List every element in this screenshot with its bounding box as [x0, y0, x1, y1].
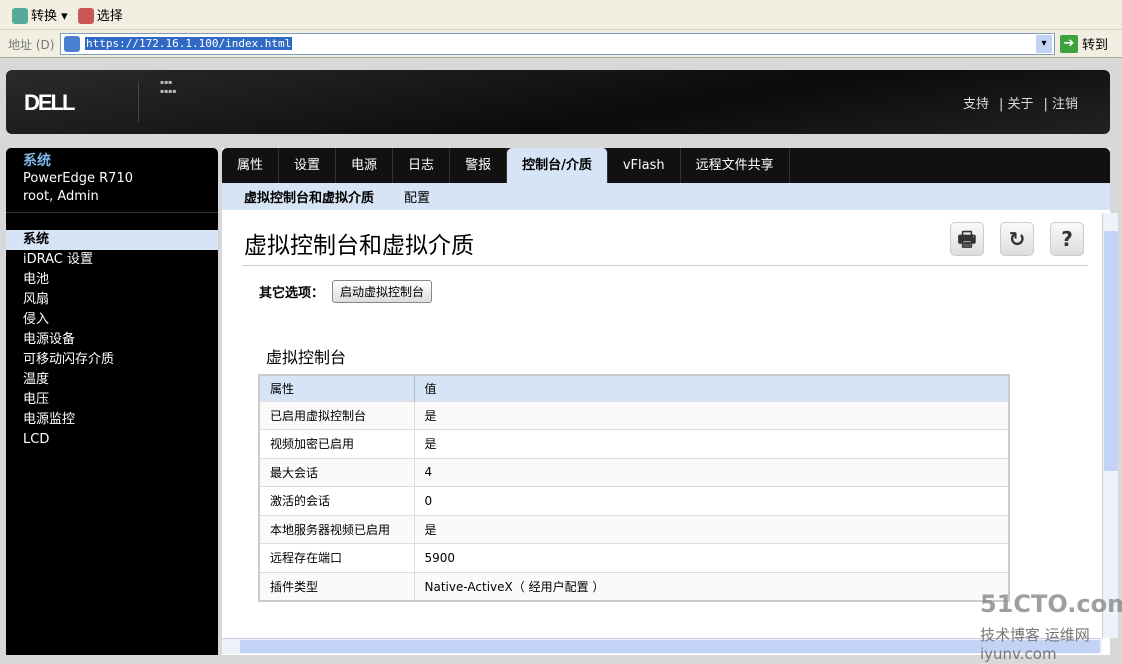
cell: 视频加密已启用: [259, 429, 415, 458]
cell: 远程存在端口: [259, 543, 415, 572]
cell: 4: [414, 457, 1010, 487]
cell: 是: [414, 400, 1010, 430]
main-panel: 属性 设置 电源 日志 警报 控制台/介质 vFlash 远程文件共享 虚拟控制…: [222, 148, 1110, 655]
sidebar-item-flash-media[interactable]: 可移动闪存介质: [6, 350, 218, 370]
convert-button[interactable]: 转换 ▾: [12, 5, 68, 25]
sidebar-item-power-supplies[interactable]: 电源设备: [6, 330, 218, 350]
table-row: 最大会话 4: [259, 457, 1010, 487]
go-button[interactable]: ➔ 转到: [1060, 34, 1108, 53]
sidebar-item-fans[interactable]: 风扇: [6, 290, 218, 310]
table-row: 激活的会话 0: [259, 486, 1010, 515]
page-icon: [64, 36, 80, 52]
scroll-thumb[interactable]: [1104, 231, 1118, 471]
console-table: 属性值 已启用虚拟控制台是 视频加密已启用是 最大会话 4 激活的会话 0 本地服务…: [258, 374, 1010, 602]
select-icon: [77, 8, 94, 25]
about-link[interactable]: | 关于: [999, 93, 1034, 112]
scroll-thumb[interactable]: [240, 640, 1100, 653]
table-row: 本地服务器视频已启用是: [259, 514, 1010, 544]
sidebar-item-power-monitor[interactable]: 电源监控: [6, 410, 218, 430]
sidebar: 系统 PowerEdge R710 root, Admin 系统 iDRAC 设…: [6, 148, 218, 655]
cell: Native-ActiveX（ 经用户配置 ）: [414, 571, 1010, 601]
tab-power[interactable]: 电源: [336, 148, 394, 183]
help-icon[interactable]: ?: [1050, 222, 1084, 256]
url-input[interactable]: https://172.16.1.100/index.html ▾: [60, 33, 1055, 55]
table-row: 插件类型 Native-ActiveX（ 经用户配置 ）: [259, 571, 1010, 601]
table-row: 远程存在端口 5900: [259, 543, 1010, 572]
subtab-config[interactable]: 配置: [404, 187, 430, 206]
tab-alerts[interactable]: 警报: [450, 148, 508, 183]
table-row: 视频加密已启用是: [259, 429, 1010, 458]
subtab-console-media[interactable]: 虚拟控制台和虚拟介质: [244, 187, 374, 206]
support-link[interactable]: 支持: [963, 93, 989, 112]
tab-remote-file-share[interactable]: 远程文件共享: [681, 148, 790, 183]
sidebar-title[interactable]: 系统: [23, 152, 201, 170]
sidebar-item-intrusion[interactable]: 侵入: [6, 310, 218, 330]
sidebar-item-idrac[interactable]: iDRAC 设置: [6, 250, 218, 270]
header-value: 值: [414, 375, 1010, 401]
product-mark: ▪▪▪ ▪▪▪▪: [160, 79, 177, 95]
section-title: 虚拟控制台: [266, 348, 347, 367]
watermark-sub: 技术博客 运维网 iyunv.com: [980, 626, 1090, 663]
sidebar-item-temperature[interactable]: 温度: [6, 370, 218, 390]
launch-console-button[interactable]: 启动虚拟控制台: [332, 280, 433, 303]
tab-vflash[interactable]: vFlash: [608, 148, 681, 183]
cell: 5900: [414, 543, 1010, 572]
url-text: https://172.16.1.100/index.html: [85, 37, 293, 50]
dropdown-icon[interactable]: ▾: [1036, 35, 1052, 53]
divider: [138, 82, 139, 122]
divider: [242, 265, 1088, 266]
cell: 插件类型: [259, 571, 415, 601]
sidebar-item-lcd[interactable]: LCD: [6, 430, 218, 450]
address-label: 地址 (D): [8, 38, 55, 52]
server-model: PowerEdge R710: [23, 171, 133, 186]
sidebar-item-system[interactable]: 系统: [6, 230, 218, 250]
cell: 已启用虚拟控制台: [259, 400, 415, 430]
tab-properties[interactable]: 属性: [222, 148, 280, 183]
watermark: 51CTO.com: [980, 590, 1122, 618]
tab-console-media[interactable]: 控制台/介质: [507, 148, 608, 183]
dell-logo: DELL: [24, 90, 75, 115]
horizontal-scrollbar[interactable]: [222, 638, 1102, 654]
browser-toolbar: 转换 ▾ 选择: [0, 0, 1122, 30]
cell: 最大会话: [259, 457, 415, 487]
sidebar-item-voltage[interactable]: 电压: [6, 390, 218, 410]
go-arrow-icon: ➔: [1060, 34, 1078, 53]
cell: 激活的会话: [259, 486, 415, 515]
address-bar: 地址 (D) https://172.16.1.100/index.html ▾…: [0, 30, 1122, 58]
other-options-label: 其它选项：: [259, 286, 325, 301]
print-icon[interactable]: 🖶: [950, 222, 984, 256]
page-title: 虚拟控制台和虚拟介质: [244, 233, 474, 259]
tab-logs[interactable]: 日志: [393, 148, 451, 183]
header-property: 属性: [259, 375, 415, 401]
cell: 是: [414, 429, 1010, 458]
table-row: 已启用虚拟控制台是: [259, 400, 1010, 430]
refresh-icon[interactable]: ↻: [1000, 222, 1034, 256]
user-info: root, Admin: [23, 189, 99, 204]
sidebar-item-battery[interactable]: 电池: [6, 270, 218, 290]
cell: 本地服务器视频已启用: [259, 514, 415, 544]
vertical-scrollbar[interactable]: [1102, 213, 1118, 638]
tab-settings[interactable]: 设置: [279, 148, 337, 183]
convert-icon: [12, 8, 28, 25]
cell: 0: [414, 486, 1010, 515]
header-banner: DELL ▪▪▪ ▪▪▪▪ 支持 | 关于 | 注销: [6, 70, 1110, 134]
cell: 是: [414, 514, 1010, 544]
logout-link[interactable]: | 注销: [1043, 93, 1078, 112]
select-button[interactable]: 选择: [77, 5, 123, 25]
